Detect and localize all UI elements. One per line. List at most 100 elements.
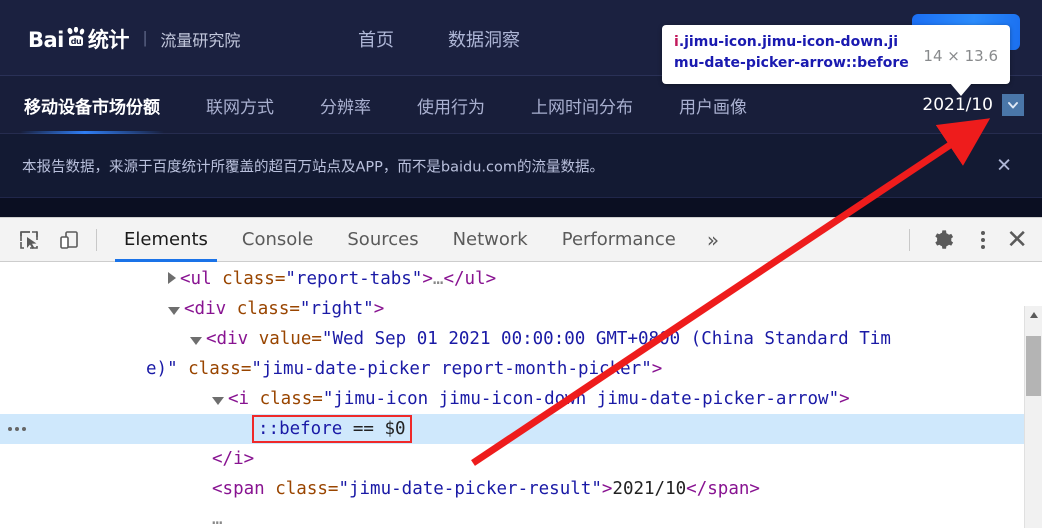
tooltip-arrow-icon bbox=[950, 83, 972, 96]
chevron-down-icon[interactable] bbox=[1002, 94, 1024, 116]
tab-performance[interactable]: Performance bbox=[545, 218, 693, 262]
dom-attr-name: class= bbox=[264, 479, 339, 499]
devtools-panel: Elements Console Sources Network Perform… bbox=[0, 217, 1042, 528]
kebab-dots bbox=[981, 230, 986, 249]
dom-row[interactable]: e)" class= "jimu-date-picker report-month… bbox=[0, 354, 1024, 384]
top-nav-item-insights[interactable]: 数据洞察 bbox=[448, 26, 520, 52]
site-logo[interactable]: Bai du 统计 | 流量研究院 bbox=[28, 24, 240, 54]
dom-ellipsis[interactable]: … bbox=[433, 264, 444, 294]
dom-row[interactable]: <ul class= "report-tabs" >… </ul> bbox=[0, 264, 1024, 294]
tab-sources[interactable]: Sources bbox=[330, 218, 435, 262]
dom-console-ref: == $0 bbox=[342, 419, 406, 439]
report-tab-bar: 移动设备市场份额 联网方式 分辨率 使用行为 上网时间分布 用户画像 2021/… bbox=[0, 76, 1042, 134]
dom-close-tag: </ul> bbox=[443, 269, 497, 289]
report-tab-mobile-market-share[interactable]: 移动设备市场份额 bbox=[20, 76, 164, 134]
report-tabs: 移动设备市场份额 联网方式 分辨率 使用行为 上网时间分布 用户画像 bbox=[20, 76, 751, 134]
collapse-triangle-icon[interactable] bbox=[190, 337, 202, 345]
dom-scrollbar[interactable] bbox=[1024, 306, 1042, 528]
dom-tree: <ul class= "report-tabs" >… </ul> <div clas… bbox=[0, 262, 1024, 528]
dom-row[interactable]: <div class= "right" > bbox=[0, 294, 1024, 324]
tooltip-selector-rest: .jimu-icon.jimu-icon-down.jimu-date-pick… bbox=[674, 34, 909, 71]
dom-attr-name: class= bbox=[177, 359, 252, 379]
notice-close-icon[interactable]: ✕ bbox=[996, 156, 1012, 175]
toolbar-divider bbox=[96, 228, 97, 251]
report-tab-user-profile[interactable]: 用户画像 bbox=[675, 76, 751, 134]
dom-bracket: > bbox=[373, 299, 385, 319]
dom-tag: <ul bbox=[180, 269, 212, 289]
dom-close-tag: </span> bbox=[686, 479, 760, 499]
logo-brand-suffix: du bbox=[71, 37, 82, 46]
inspector-tooltip: i.jimu-icon.jimu-icon-down.jimu-date-pic… bbox=[662, 25, 1010, 96]
dom-bracket: > bbox=[651, 359, 663, 379]
dom-row[interactable]: <div value= "Wed Sep 01 2021 00:00:00 GMT… bbox=[0, 324, 1024, 354]
notice-text: 本报告数据，来源于百度统计所覆盖的超百万站点及APP，而不是baidu.com的… bbox=[22, 159, 604, 175]
dom-text-node: 2021/10 bbox=[612, 479, 687, 499]
toolbar-divider-right bbox=[909, 228, 911, 251]
report-tab-resolution[interactable]: 分辨率 bbox=[316, 76, 375, 134]
dom-close-tag: </i> bbox=[212, 449, 255, 469]
collapse-triangle-icon[interactable] bbox=[168, 307, 180, 315]
report-notice-bar: 本报告数据，来源于百度统计所覆盖的超百万站点及APP，而不是baidu.com的… bbox=[0, 134, 1042, 198]
dom-row[interactable]: <span class= "jimu-date-picker-result" >20… bbox=[0, 474, 1024, 504]
scroll-up-icon[interactable] bbox=[1025, 306, 1042, 324]
report-tab-usage-behavior[interactable]: 使用行为 bbox=[413, 76, 489, 134]
scrollbar-thumb[interactable] bbox=[1026, 336, 1041, 396]
tab-elements[interactable]: Elements bbox=[107, 218, 225, 262]
dom-row[interactable]: </i> bbox=[0, 444, 1024, 474]
close-devtools-icon[interactable]: ✕ bbox=[1000, 227, 1034, 253]
tooltip-size: 14 × 13.6 bbox=[923, 47, 998, 65]
kebab-menu-icon[interactable] bbox=[966, 223, 1000, 257]
device-toolbar-icon[interactable] bbox=[52, 223, 86, 257]
dom-pseudo-element: ::before bbox=[258, 419, 343, 439]
dom-attr-value: "report-tabs" bbox=[285, 269, 423, 289]
dom-bracket: > bbox=[422, 269, 433, 289]
tab-network[interactable]: Network bbox=[436, 218, 545, 262]
dom-bracket: > bbox=[839, 389, 850, 409]
screenshot-root: Bai du 统计 | 流量研究院 首页 数据洞察 移动设备市场份额 联网方式 … bbox=[0, 0, 1042, 528]
report-tab-network-type[interactable]: 联网方式 bbox=[202, 76, 278, 134]
devtools-toolbar-right: ✕ bbox=[899, 223, 1042, 257]
logo-subtitle: 流量研究院 bbox=[160, 31, 241, 50]
dom-ellipsis[interactable]: … bbox=[212, 504, 223, 528]
report-tab-time-distribution[interactable]: 上网时间分布 bbox=[527, 76, 637, 134]
more-tabs-icon[interactable]: » bbox=[693, 228, 733, 252]
logo-brand-cn: 统计 bbox=[87, 28, 130, 52]
dom-attr-name: value= bbox=[248, 329, 322, 349]
dom-attr-value-cont: e)" bbox=[146, 359, 178, 379]
collapse-triangle-icon[interactable] bbox=[212, 397, 224, 405]
gear-icon[interactable] bbox=[926, 223, 960, 257]
dom-tag: <div bbox=[184, 299, 227, 319]
dom-attr-value: "jimu-date-picker-result" bbox=[338, 479, 602, 499]
dom-overflow-dots[interactable] bbox=[8, 414, 26, 444]
dom-row-selected[interactable]: ::before == $0 bbox=[0, 414, 1024, 444]
dom-bracket: > bbox=[601, 479, 613, 499]
top-nav: 首页 数据洞察 bbox=[358, 26, 520, 52]
dom-tag: <span bbox=[212, 479, 265, 499]
devtools-toolbar: Elements Console Sources Network Perform… bbox=[0, 218, 1042, 262]
logo-text: Bai du 统计 bbox=[28, 24, 129, 54]
logo-brand-prefix: Bai bbox=[28, 28, 64, 52]
dom-tag: <i bbox=[228, 389, 250, 409]
expand-triangle-icon[interactable] bbox=[168, 272, 176, 284]
dom-attr-name: class= bbox=[211, 269, 286, 289]
dom-attr-name: class= bbox=[249, 389, 323, 409]
dom-attr-name: class= bbox=[226, 299, 300, 319]
top-nav-item-home[interactable]: 首页 bbox=[358, 26, 394, 52]
devtools-tabs: Elements Console Sources Network Perform… bbox=[107, 218, 693, 262]
page-content-strip bbox=[0, 198, 1042, 217]
dom-row[interactable]: … bbox=[0, 504, 1024, 528]
dom-attr-value: "jimu-date-picker report-month-picker" bbox=[251, 359, 652, 379]
selected-node-highlight: ::before == $0 bbox=[252, 415, 412, 443]
baidu-paw-icon: du bbox=[65, 27, 87, 47]
dom-attr-value: "right" bbox=[299, 299, 374, 319]
dom-attr-value: "Wed Sep 01 2021 00:00:00 GMT+0800 (Chin… bbox=[321, 329, 891, 349]
logo-separator: | bbox=[142, 28, 148, 47]
dom-tree-panel[interactable]: <ul class= "report-tabs" >… </ul> <div clas… bbox=[0, 262, 1042, 528]
dom-attr-value: "jimu-icon jimu-icon-down jimu-date-pick… bbox=[322, 389, 840, 409]
report-month-picker[interactable]: 2021/10 bbox=[922, 76, 1024, 134]
inspect-element-icon[interactable] bbox=[12, 223, 46, 257]
dom-row[interactable]: <i class= "jimu-icon jimu-icon-down jimu-… bbox=[0, 384, 1024, 414]
tooltip-selector: i.jimu-icon.jimu-icon-down.jimu-date-pic… bbox=[674, 32, 912, 74]
dom-tag: <div bbox=[206, 329, 249, 349]
tab-console[interactable]: Console bbox=[225, 218, 330, 262]
